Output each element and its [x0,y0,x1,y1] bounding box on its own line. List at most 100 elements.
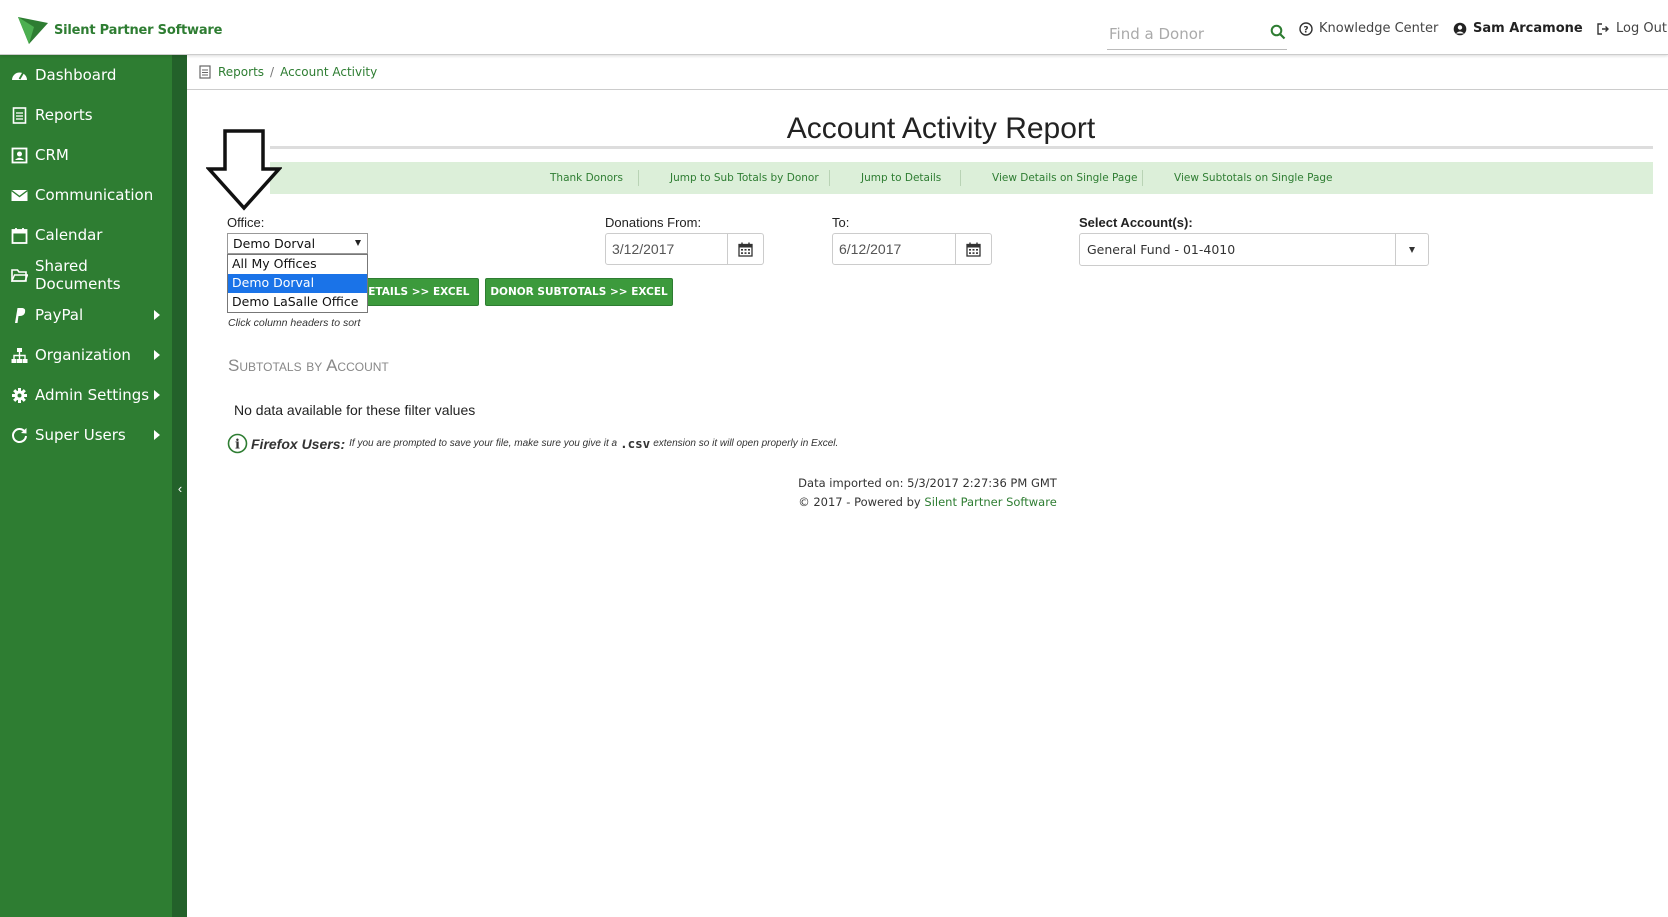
knowledge-center-link[interactable]: ? Knowledge Center [1299,21,1438,36]
office-option[interactable]: Demo Dorval [228,274,367,293]
donations-from-input[interactable] [606,234,727,264]
to-date-input[interactable] [833,234,955,264]
question-circle-icon: ? [1299,21,1313,36]
sidebar-item-organization[interactable]: Organization [0,335,172,375]
title-divider [270,146,1653,149]
jump-divider [829,170,830,186]
sign-out-icon [1597,22,1609,35]
reports-icon [12,106,27,124]
details-excel-button[interactable]: DETAILS >> EXCEL [350,278,479,306]
office-option[interactable]: All My Offices [228,255,367,274]
silent-partner-link[interactable]: Silent Partner Software [924,495,1056,509]
dashboard-icon [12,72,27,80]
sidebar-item-crm[interactable]: CRM [0,135,172,175]
sidebar-item-communication[interactable]: Communication [0,175,172,215]
chevron-left-icon[interactable]: ‹ [175,482,185,496]
select-accounts-label: Select Account(s): [1079,215,1193,230]
to-label: To: [832,215,850,230]
paypal-icon [15,307,26,323]
brand-logo[interactable]: Silent Partner Software [16,14,222,46]
data-imported-note: Data imported on: 5/3/2017 2:27:36 PM GM… [798,476,1057,490]
thank-donors-link[interactable]: Thank Donors [550,172,623,184]
calendar-icon [966,242,981,257]
document-icon [199,65,211,79]
chevron-right-icon [154,350,160,360]
donations-from-label: Donations From: [605,215,702,230]
sidebar-item-label: Organization [35,346,131,364]
sidebar-item-label: Admin Settings [35,386,150,404]
office-select[interactable]: Demo Dorval [227,233,368,254]
crm-icon [11,147,28,163]
svg-text:i: i [235,438,240,453]
brand-name: Silent Partner Software [54,22,223,38]
caret-down-icon [1409,247,1415,253]
envelope-icon [11,189,28,201]
breadcrumb-current[interactable]: Account Activity [280,65,377,79]
calendar-icon [738,242,753,257]
office-selected-value: Demo Dorval [233,236,316,251]
firefox-note-text: If you are prompted to save your file, m… [349,438,618,449]
sidebar: Dashboard Reports CRM Communication Cale… [0,55,172,917]
firefox-note-text-end: extension so it will open properly in Ex… [653,438,839,449]
sidebar-item-dashboard[interactable]: Dashboard [0,55,172,95]
find-donor-input[interactable] [1107,18,1287,50]
chevron-right-icon [154,390,160,400]
donor-subtotals-excel-button[interactable]: DONOR SUBTOTALS >> EXCEL [485,278,673,306]
select-divider [1395,234,1396,265]
sidebar-item-calendar[interactable]: Calendar [0,215,172,255]
jump-details-link[interactable]: Jump to Details [861,172,941,184]
logout-label: Log Out [1616,21,1667,36]
to-date-field [832,233,992,265]
sidebar-item-label: Shared Documents [35,257,121,293]
jump-divider [960,170,961,186]
folder-icon [11,268,28,282]
sidebar-item-super-users[interactable]: Super Users [0,415,172,455]
firefox-users-label: Firefox Users: [251,435,346,452]
jump-subtotals-donor-link[interactable]: Jump to Sub Totals by Donor [670,172,819,184]
svg-text:?: ? [1303,25,1308,35]
page-title: Account Activity Report [786,112,1096,145]
logout-link[interactable]: Log Out [1596,21,1667,36]
firefox-note: i Firefox Users: If you are prompted to … [227,433,838,454]
search-icon[interactable] [1270,24,1286,40]
breadcrumb: Reports / Account Activity [187,55,1668,90]
logo-icon [18,17,48,44]
gear-icon [12,387,27,403]
jump-divider [638,170,639,186]
account-selected-value: General Fund - 01-4010 [1087,242,1236,257]
calendar-button[interactable] [955,234,991,264]
subtotals-heading: Subtotals by Account [228,356,389,375]
top-bar: Silent Partner Software ? Knowledge Cent… [0,0,1668,55]
calendar-button[interactable] [727,234,763,264]
sidebar-item-label: CRM [35,146,69,164]
info-icon: i [227,433,248,454]
office-dropdown-menu: All My Offices Demo Dorval Demo LaSalle … [227,254,368,313]
knowledge-center-label: Knowledge Center [1319,21,1439,36]
user-menu[interactable]: Sam Arcamone [1453,21,1583,36]
sidebar-item-label: Super Users [35,426,126,444]
account-select[interactable]: General Fund - 01-4010 [1079,233,1429,266]
calendar-icon [11,227,28,244]
breadcrumb-separator: / [270,65,275,79]
office-option[interactable]: Demo LaSalle Office [228,293,367,312]
view-details-single-link[interactable]: View Details on Single Page [992,172,1137,184]
view-subtotals-single-link[interactable]: View Subtotals on Single Page [1174,172,1333,184]
jump-nav: Thank Donors Jump to Sub Totals by Donor… [270,162,1653,194]
breadcrumb-reports[interactable]: Reports [218,65,264,79]
sidebar-item-label: PayPal [35,306,84,324]
sidebar-item-shared-documents[interactable]: Shared Documents [0,255,172,295]
sidebar-item-admin-settings[interactable]: Admin Settings [0,375,172,415]
sidebar-item-paypal[interactable]: PayPal [0,295,172,335]
chevron-right-icon [154,430,160,440]
arrow-down-icon [206,129,282,211]
sidebar-item-label: Communication [35,186,154,204]
no-data-message: No data available for these filter value… [234,402,476,418]
donations-from-field [605,233,764,265]
sidebar-item-reports[interactable]: Reports [0,95,172,135]
office-label: Office: [227,215,265,230]
jump-divider [1142,170,1143,186]
user-circle-icon [1453,22,1467,35]
csv-extension: .csv [620,436,651,451]
sidebar-item-label: Dashboard [35,66,117,84]
refresh-icon [12,427,27,443]
